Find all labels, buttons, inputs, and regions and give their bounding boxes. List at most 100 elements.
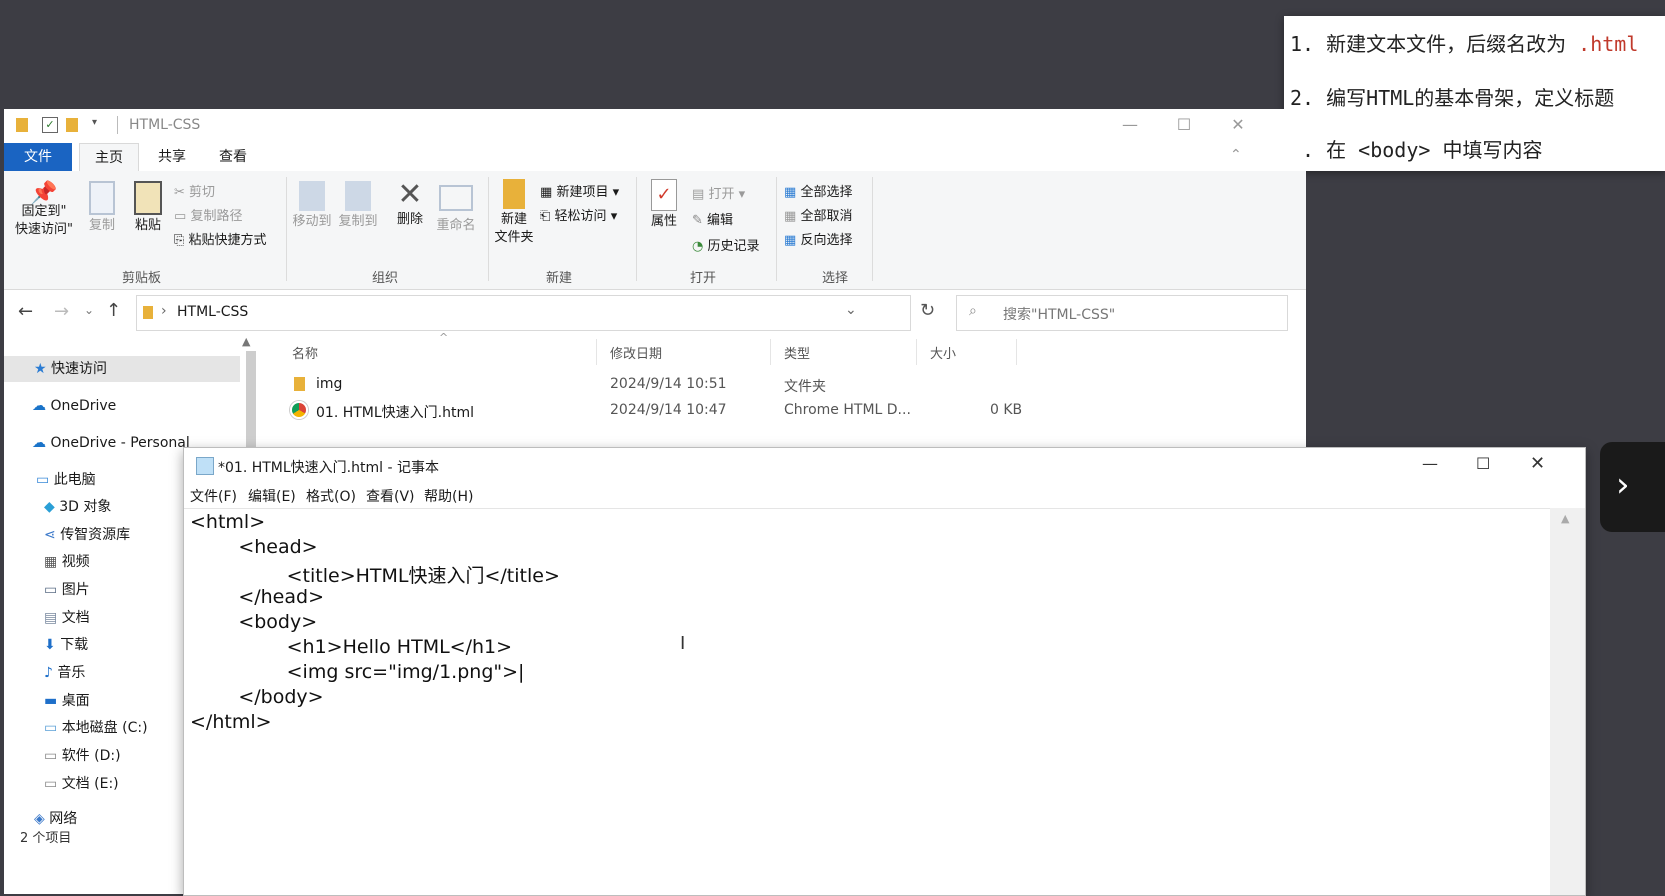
nav-item-drive-d[interactable]: ▭ 软件 (D:) — [44, 743, 121, 769]
nav-item-drive-c[interactable]: ▭ 本地磁盘 (C:) — [44, 715, 148, 741]
explorer-titlebar: ✓ ▾ HTML-CSS — ☐ ✕ — [4, 109, 1306, 143]
history-button[interactable]: ◔ 历史记录 — [692, 235, 760, 254]
dropdown-arrow-icon: ▾ — [612, 185, 620, 200]
menu-format[interactable]: 格式(O) — [306, 486, 356, 506]
nav-item-music[interactable]: ♪ 音乐 — [44, 660, 85, 686]
menu-view[interactable]: 查看(V) — [366, 486, 415, 506]
select-all-button[interactable]: ▦ 全部选择 — [784, 181, 852, 200]
paste-label: 粘贴 — [134, 218, 161, 233]
nav-label: 音乐 — [57, 665, 86, 681]
move-to-button[interactable]: 移动到 — [290, 181, 334, 231]
checkbox-icon[interactable]: ✓ — [42, 117, 58, 133]
paste-shortcut-button[interactable]: ⎘ 粘贴快捷方式 — [174, 229, 267, 248]
divider — [1016, 339, 1017, 365]
tab-home[interactable]: 主页 — [79, 143, 139, 172]
address-dropdown-icon[interactable]: ⌄ — [845, 302, 857, 318]
minimize-button[interactable]: — — [1422, 454, 1438, 473]
pin-quick-access-button[interactable]: 📌 固定到" 快速访问" — [12, 183, 76, 239]
history-label: 历史记录 — [707, 239, 760, 254]
nav-label: 图片 — [61, 582, 90, 598]
nav-item-quick-access[interactable]: ★ 快速访问 — [4, 356, 240, 382]
delete-button[interactable]: ✕ 删除 — [390, 179, 430, 229]
menu-edit[interactable]: 编辑(E) — [248, 486, 296, 506]
column-header-date[interactable]: 修改日期 — [610, 343, 662, 362]
select-none-label: 全部取消 — [800, 209, 853, 224]
nav-item-onedrive[interactable]: ☁ OneDrive — [32, 393, 116, 419]
folder-icon — [16, 118, 28, 132]
group-organize: 组织 — [372, 271, 399, 286]
collapse-ribbon-icon[interactable]: ⌃ — [1230, 147, 1242, 163]
up-arrow-icon[interactable]: ↑ — [106, 300, 121, 321]
maximize-button[interactable]: ☐ — [1476, 454, 1490, 473]
table-row[interactable]: img 2024/9/14 10:51 文件夹 — [284, 373, 1024, 397]
column-header-name[interactable]: 名称 — [292, 343, 318, 362]
copy-to-button[interactable]: 复制到 — [336, 181, 380, 231]
new-folder-button[interactable]: 新建 文件夹 — [492, 179, 536, 247]
nav-item-drive-e[interactable]: ▭ 文档 (E:) — [44, 771, 119, 797]
breadcrumb-item[interactable]: HTML-CSS — [177, 304, 248, 320]
scroll-up-icon[interactable]: ▲ — [1561, 512, 1569, 525]
properties-button[interactable]: ✓ 属性 — [644, 179, 684, 231]
nav-item-videos[interactable]: ▦ 视频 — [44, 549, 90, 575]
delete-x-icon: ✕ — [397, 177, 423, 212]
scissors-icon: ✂ — [174, 185, 185, 200]
table-row[interactable]: 01. HTML快速入门.html 2024/9/14 10:47 Chrome… — [284, 399, 1024, 423]
nav-item-downloads[interactable]: ⬇ 下载 — [44, 632, 88, 658]
cut-button[interactable]: ✂ 剪切 — [174, 181, 215, 200]
select-none-icon: ▦ — [784, 209, 797, 224]
code-line: <title>HTML快速入门</title> — [190, 565, 560, 587]
copy-path-button[interactable]: ▭ 复制路径 — [174, 205, 242, 224]
paste-shortcut-icon: ⎘ — [174, 233, 185, 248]
paste-button[interactable]: 粘贴 — [128, 181, 168, 235]
nav-label: 3D 对象 — [59, 499, 112, 515]
side-panel-toggle[interactable]: › — [1600, 442, 1665, 532]
refresh-icon[interactable]: ↻ — [920, 300, 935, 321]
tab-view[interactable]: 查看 — [207, 143, 259, 171]
close-button[interactable]: ✕ — [1226, 115, 1250, 137]
maximize-button[interactable]: ☐ — [1172, 115, 1196, 137]
nav-item-pictures[interactable]: ▭ 图片 — [44, 577, 90, 603]
nav-item-resource-library[interactable]: ⋖ 传智资源库 — [44, 522, 130, 548]
minimize-button[interactable]: — — [1118, 115, 1142, 137]
select-none-button[interactable]: ▦ 全部取消 — [784, 205, 852, 224]
menu-help[interactable]: 帮助(H) — [424, 486, 473, 506]
scrollbar-thumb[interactable] — [246, 351, 256, 451]
menu-file[interactable]: 文件(F) — [190, 486, 237, 506]
pin-label-line2: 快速访问" — [15, 222, 73, 237]
forward-arrow-icon[interactable]: → — [54, 301, 69, 322]
nav-item-3d-objects[interactable]: ◆ 3D 对象 — [44, 494, 111, 520]
search-box[interactable]: ⌕ 搜索"HTML-CSS" — [956, 295, 1288, 331]
edit-button[interactable]: ✎ 编辑 — [692, 209, 733, 228]
recent-dropdown-icon[interactable]: ⌄ — [84, 303, 94, 317]
copy-icon — [89, 181, 115, 215]
nav-label: 此电脑 — [53, 472, 96, 488]
rename-label: 重命名 — [436, 218, 476, 233]
invert-selection-button[interactable]: ▦ 反向选择 — [784, 229, 852, 248]
new-item-button[interactable]: ▦ 新建项目 ▾ — [540, 181, 619, 200]
scroll-up-icon[interactable]: ▲ — [242, 335, 250, 348]
group-select: 选择 — [822, 271, 849, 286]
nav-item-desktop[interactable]: ▬ 桌面 — [44, 688, 90, 714]
tab-share[interactable]: 共享 — [146, 143, 198, 171]
edit-label: 编辑 — [707, 213, 734, 228]
rename-button[interactable]: 重命名 — [434, 181, 478, 235]
copy-button[interactable]: 复制 — [82, 181, 122, 235]
vertical-scrollbar[interactable]: ▲ — [1550, 508, 1585, 895]
back-arrow-icon[interactable]: ← — [18, 301, 33, 322]
column-header-size[interactable]: 大小 — [930, 343, 956, 362]
easy-access-button[interactable]: ⎗ 轻松访问 ▾ — [540, 205, 617, 224]
close-button[interactable]: ✕ — [1530, 453, 1545, 474]
column-header-type[interactable]: 类型 — [784, 343, 810, 362]
quick-access-dropdown-icon[interactable]: ▾ — [92, 117, 97, 128]
nav-item-this-pc[interactable]: ▭ 此电脑 — [36, 467, 96, 493]
nav-item-documents[interactable]: ▤ 文档 — [44, 605, 90, 631]
open-small-button[interactable]: ▤ 打开 ▾ — [692, 183, 745, 202]
nav-item-onedrive-personal[interactable]: ☁ OneDrive - Personal — [32, 430, 190, 456]
folder-icon[interactable] — [66, 118, 78, 132]
status-bar-item-count: 2 个项目 — [20, 831, 72, 846]
address-bar[interactable]: › HTML-CSS ⌄ — [136, 295, 911, 331]
notepad-text-area[interactable]: <html> <head> <title>HTML快速入门</title> </… — [184, 508, 1550, 895]
notepad-icon — [196, 457, 214, 475]
tab-file[interactable]: 文件 — [4, 143, 72, 171]
nav-label: OneDrive — [50, 398, 117, 414]
